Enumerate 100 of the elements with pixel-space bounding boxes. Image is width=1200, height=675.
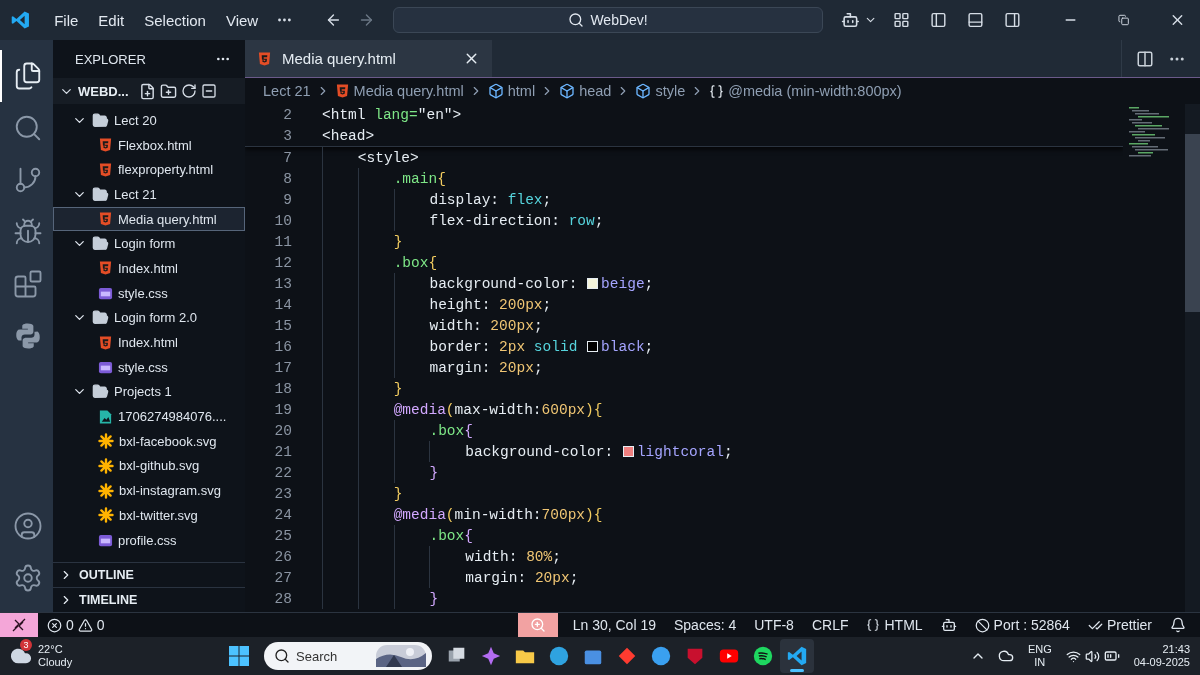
clock-time[interactable]: 21:43 — [1162, 642, 1190, 656]
code-token: ; — [723, 443, 733, 460]
tree-file[interactable]: style.css — [53, 354, 245, 380]
status-item[interactable]: Spaces: 4 — [664, 613, 746, 637]
code-token: ; — [594, 212, 604, 229]
collapse-icon[interactable] — [200, 83, 217, 99]
tree-file[interactable]: 1706274984076.... — [53, 404, 245, 429]
panel-left-icon[interactable] — [930, 11, 947, 29]
tree-folder[interactable]: Projects 1 — [53, 379, 245, 405]
status-item[interactable]: CRLF — [802, 613, 858, 637]
prettier-status[interactable]: Prettier — [1078, 613, 1161, 637]
language-indicator[interactable]: IN — [1034, 656, 1046, 670]
tree-file[interactable]: bxl-github.svg — [53, 453, 245, 479]
breadcrumb[interactable]: html — [487, 83, 536, 99]
menu-item[interactable]: Selection — [136, 7, 214, 33]
back-icon[interactable] — [325, 11, 342, 29]
panel-right-icon[interactable] — [1003, 11, 1021, 29]
braces-icon — [866, 618, 881, 632]
cube-icon — [635, 83, 652, 99]
tree-folder[interactable]: Login form 2.0 — [53, 305, 245, 331]
color-swatch[interactable] — [587, 278, 599, 289]
code-token: { — [437, 170, 446, 187]
line-number: 22 — [273, 464, 293, 481]
editor-tab[interactable]: Media query.html — [245, 40, 492, 77]
tree-file[interactable]: bxl-facebook.svg — [53, 428, 245, 454]
tree-file[interactable]: bxl-instagram.svg — [53, 478, 245, 503]
status-item[interactable]: Ln 30, Col 19 — [563, 613, 665, 637]
code-token: ( — [445, 401, 455, 418]
remote-button[interactable] — [0, 613, 38, 637]
code-token: 2px — [499, 338, 526, 355]
tree-file[interactable]: flexproperty.html — [53, 157, 245, 183]
globe-icon[interactable] — [650, 645, 673, 667]
html-file-icon — [98, 260, 113, 277]
new-folder-icon[interactable] — [159, 82, 177, 100]
taskbar-search-field[interactable]: Search — [264, 642, 433, 670]
panel-bottom-icon[interactable] — [967, 11, 984, 29]
menu-item[interactable]: View — [217, 7, 267, 33]
menu-item[interactable]: File — [46, 7, 87, 33]
breadcrumb[interactable]: Lect 21 — [263, 83, 311, 99]
cloud-icon[interactable] — [997, 648, 1014, 664]
restore-icon[interactable] — [1117, 14, 1130, 26]
tree-file[interactable]: bxl-twitter.svg — [53, 503, 245, 528]
code-token: 20px — [499, 359, 534, 376]
tree-folder[interactable]: Login form — [53, 231, 245, 257]
breadcrumb[interactable]: Media query.html — [334, 83, 464, 99]
tree-file[interactable]: profile.css — [53, 527, 245, 553]
forward-icon[interactable] — [358, 11, 375, 29]
tree-file[interactable]: Index.html — [53, 330, 245, 355]
command-search-field[interactable]: WebDev! — [392, 7, 824, 33]
line-number: 17 — [273, 359, 293, 376]
volume-icon[interactable] — [1084, 648, 1100, 664]
language-indicator[interactable]: ENG — [1027, 642, 1052, 656]
split-editor-icon[interactable] — [1136, 49, 1154, 68]
port-status[interactable]: Port : 52864 — [965, 613, 1079, 637]
code-token: row — [568, 212, 595, 229]
tree-file[interactable]: Media query.html — [53, 206, 245, 232]
tree-folder[interactable]: Lect 21 — [53, 182, 245, 207]
color-swatch[interactable] — [587, 341, 599, 352]
code-editor-icon[interactable] — [786, 645, 809, 667]
menu-item[interactable]: Edit — [90, 7, 133, 33]
breadcrumb[interactable]: head — [559, 83, 612, 99]
code-token: ; — [533, 359, 543, 376]
start-icon[interactable] — [228, 645, 251, 667]
code-token: black — [601, 338, 645, 355]
color-swatch[interactable] — [622, 446, 634, 457]
code-token: margin: — [429, 359, 492, 376]
line-number: 14 — [273, 296, 293, 313]
code-token: .main — [393, 170, 438, 187]
account-icon[interactable] — [12, 511, 43, 541]
blocks-icon[interactable] — [12, 269, 43, 299]
music-icon[interactable] — [752, 645, 775, 667]
status-item[interactable]: UTF-8 — [745, 613, 803, 637]
tree-folder[interactable]: Lect 20 — [53, 108, 245, 133]
tree-file[interactable]: Flexbox.html — [53, 132, 245, 158]
line-number: 18 — [273, 380, 293, 397]
tree-file[interactable]: Index.html — [53, 256, 245, 281]
line-number: 25 — [273, 527, 293, 544]
battery-icon[interactable] — [1103, 648, 1120, 664]
problems-button[interactable]: 0 0 — [38, 613, 114, 637]
code-token: } — [393, 380, 403, 397]
workspace-name[interactable]: WEBD... — [78, 83, 129, 99]
wifi-icon[interactable] — [1065, 648, 1081, 664]
tree-file[interactable]: style.css — [53, 280, 245, 306]
browser-icon[interactable] — [548, 645, 571, 667]
robot-icon[interactable] — [841, 10, 860, 30]
clock-date[interactable]: 04-09-2025 — [1133, 656, 1190, 670]
code-token: { — [464, 527, 473, 544]
bug-icon[interactable] — [12, 217, 43, 247]
language-mode[interactable]: HTML — [857, 613, 932, 637]
code-token: border: — [429, 338, 492, 355]
zoom-button[interactable] — [517, 613, 558, 637]
html-file-icon — [98, 161, 113, 178]
line-number: 20 — [273, 422, 293, 439]
new-file-icon[interactable] — [138, 82, 156, 100]
breadcrumb[interactable]: style — [635, 83, 686, 99]
scrollbar-thumb[interactable] — [1185, 134, 1200, 312]
refresh-icon[interactable] — [180, 83, 197, 99]
breadcrumb[interactable]: @media (min-width:800px) — [709, 83, 902, 99]
layout-icon[interactable] — [893, 11, 911, 29]
taskbar-app[interactable] — [780, 639, 815, 673]
